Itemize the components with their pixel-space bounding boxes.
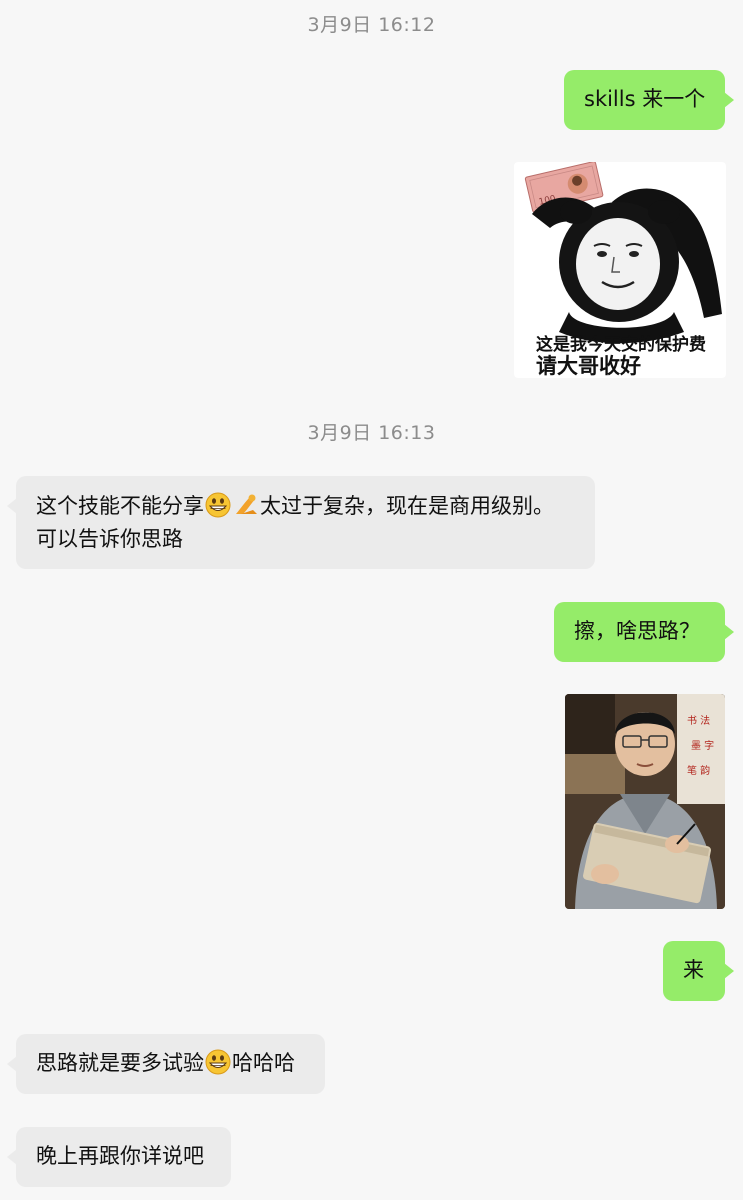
bowing-man-emoji	[236, 494, 257, 514]
message-text: 哈哈哈	[232, 1051, 295, 1075]
message-text: 擦，啥思路？	[574, 619, 700, 643]
sticker-caption-line2: 请大哥收好	[536, 354, 641, 378]
message-text: 这个技能不能分享	[36, 494, 204, 518]
incoming-message[interactable]: 思路就是要多试验 哈哈哈	[7, 1034, 325, 1094]
outgoing-message[interactable]: 擦，啥思路？	[554, 602, 734, 662]
message-text: 思路就是要多试验	[36, 1051, 204, 1075]
incoming-message[interactable]: 晚上再跟你详说吧	[7, 1127, 231, 1187]
timestamp: 3月9日 16:12	[307, 14, 436, 36]
message-text: 太过于复杂，现在是商用级别。	[260, 494, 554, 518]
svg-text:书 法: 书 法	[687, 714, 710, 727]
message-line: 可以告诉你思路	[36, 527, 183, 551]
svg-text:笔 韵: 笔 韵	[687, 764, 710, 777]
message-text: 晚上再跟你详说吧	[36, 1144, 204, 1168]
outgoing-message[interactable]: skills 来一个	[564, 70, 734, 130]
message-text: 来	[683, 958, 704, 982]
photo-message[interactable]: 书 法 墨 字 笔 韵	[565, 694, 725, 909]
timestamp: 3月9日 16:13	[307, 422, 436, 444]
sticker-image-message[interactable]: 100 这是我今天交的保护费 请大哥收好	[514, 162, 726, 378]
grinning-face-emoji	[205, 1049, 231, 1075]
photo-man-writing: 书 法 墨 字 笔 韵	[565, 694, 725, 909]
message-text: skills 来一个	[584, 87, 706, 111]
message-line: 这个技能不能分享 太过于复杂，现在是商用级别。	[36, 490, 595, 523]
outgoing-message[interactable]: 来	[663, 941, 734, 1001]
svg-text:墨 字: 墨 字	[691, 739, 714, 752]
grinning-face-emoji	[205, 492, 231, 518]
incoming-message[interactable]: 这个技能不能分享 太过于复杂，现在是商用级别。 可以告诉你思路	[7, 476, 595, 569]
chat-window: 3月9日 16:12 skills 来一个 100 这是我今天交的保护费 请大哥…	[0, 0, 743, 1200]
